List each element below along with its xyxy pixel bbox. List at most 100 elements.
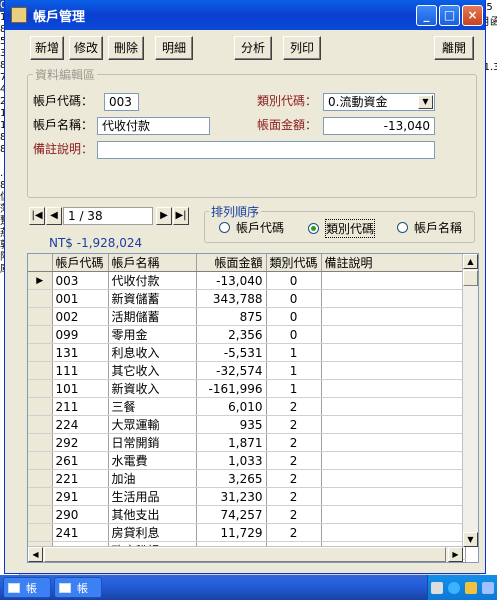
cell-name[interactable]: 三餐 <box>108 397 197 416</box>
account-code-field[interactable]: 003 <box>104 93 139 111</box>
cell-name[interactable]: 生活用品 <box>108 487 197 506</box>
volume-icon[interactable] <box>482 581 495 594</box>
row-selector[interactable] <box>28 361 53 380</box>
network-icon[interactable] <box>465 581 478 594</box>
cell-code[interactable]: 003 <box>52 271 109 290</box>
row-selector[interactable] <box>28 325 53 344</box>
current-row-pointer-icon[interactable]: ▶ <box>28 271 53 290</box>
table-row[interactable]: 291 生活用品 31,230 2 <box>28 487 466 506</box>
row-selector[interactable] <box>28 343 53 362</box>
sort-by-account-name[interactable]: 帳戶名稱 <box>397 219 462 236</box>
cell-note[interactable] <box>321 523 466 542</box>
cell-code[interactable]: 099 <box>52 325 109 344</box>
col-header-name[interactable]: 帳戶名稱 <box>108 254 197 272</box>
cell-note[interactable] <box>321 343 466 362</box>
scroll-left-icon[interactable]: ◀ <box>28 547 43 562</box>
cell-note[interactable] <box>321 469 466 488</box>
cell-note[interactable] <box>321 325 466 344</box>
book-amount-field[interactable]: -13,040 <box>323 117 435 135</box>
keyboard-icon[interactable] <box>430 581 443 594</box>
cell-code[interactable]: 211 <box>52 397 109 416</box>
taskbar-item[interactable]: 帳 <box>54 577 102 598</box>
cell-code[interactable]: 241 <box>52 523 109 542</box>
cell-name[interactable]: 日常開銷 <box>108 433 197 452</box>
account-name-field[interactable]: 代收付款 <box>97 117 210 135</box>
horizontal-scrollbar[interactable]: ◀ ▶ <box>28 546 463 562</box>
row-selector[interactable] <box>28 505 53 524</box>
row-selector[interactable] <box>28 487 53 506</box>
cell-category[interactable]: 1 <box>266 361 322 380</box>
cell-note[interactable] <box>321 415 466 434</box>
row-selector[interactable] <box>28 469 53 488</box>
table-row[interactable]: 211 三餐 6,010 2 <box>28 397 466 416</box>
scroll-thumb[interactable] <box>463 270 478 286</box>
cell-amount[interactable]: 6,010 <box>196 397 267 416</box>
col-header-category[interactable]: 類別代碼 <box>266 254 322 272</box>
cell-note[interactable] <box>321 379 466 398</box>
cell-note[interactable] <box>321 289 466 308</box>
cell-note[interactable] <box>321 505 466 524</box>
cell-code[interactable]: 101 <box>52 379 109 398</box>
row-selector[interactable] <box>28 379 53 398</box>
cell-category[interactable]: 2 <box>266 487 322 506</box>
minimize-button[interactable]: _ <box>416 4 437 26</box>
table-row[interactable]: 101 新資收入 -161,996 1 <box>28 379 466 398</box>
cell-note[interactable] <box>321 451 466 470</box>
cell-amount[interactable]: 74,257 <box>196 505 267 524</box>
table-row[interactable]: 224 大眾運輸 935 2 <box>28 415 466 434</box>
cell-amount[interactable]: 875 <box>196 307 267 326</box>
next-record-icon[interactable]: ▶ <box>156 207 172 225</box>
cell-category[interactable]: 2 <box>266 433 322 452</box>
scroll-right-icon[interactable]: ▶ <box>448 547 463 562</box>
delete-button[interactable]: 刪除 <box>108 36 144 60</box>
table-row[interactable]: 002 活期儲蓄 875 0 <box>28 307 466 326</box>
cell-name[interactable]: 其它收入 <box>108 361 197 380</box>
cell-code[interactable]: 221 <box>52 469 109 488</box>
cell-note[interactable] <box>321 397 466 416</box>
cell-name[interactable]: 代收付款 <box>108 271 197 290</box>
cell-note[interactable] <box>321 361 466 380</box>
cell-name[interactable]: 利息收入 <box>108 343 197 362</box>
cell-amount[interactable]: 3,265 <box>196 469 267 488</box>
table-row[interactable]: 221 加油 3,265 2 <box>28 469 466 488</box>
cell-amount[interactable]: -161,996 <box>196 379 267 398</box>
cell-name[interactable]: 零用金 <box>108 325 197 344</box>
cell-category[interactable]: 1 <box>266 379 322 398</box>
cell-amount[interactable]: -13,040 <box>196 271 267 290</box>
category-code-select[interactable]: 0.流動資金 ▼ <box>323 93 435 111</box>
cell-name[interactable]: 房貸利息 <box>108 523 197 542</box>
cell-amount[interactable]: 11,729 <box>196 523 267 542</box>
cell-amount[interactable]: 2,356 <box>196 325 267 344</box>
table-row[interactable]: 099 零用金 2,356 0 <box>28 325 466 344</box>
analyze-button[interactable]: 分析 <box>234 36 272 60</box>
vertical-scrollbar[interactable]: ▲ ▼ <box>462 254 478 547</box>
detail-button[interactable]: 明細 <box>155 36 193 60</box>
row-selector[interactable] <box>28 307 53 326</box>
table-row[interactable]: ▶ 003 代收付款 -13,040 0 <box>28 271 466 290</box>
cell-code[interactable]: 292 <box>52 433 109 452</box>
chevron-down-icon[interactable]: ▼ <box>418 95 433 109</box>
edit-button[interactable]: 修改 <box>69 36 103 60</box>
cell-amount[interactable]: 935 <box>196 415 267 434</box>
cell-code[interactable]: 224 <box>52 415 109 434</box>
cell-amount[interactable]: 343,788 <box>196 289 267 308</box>
col-header-amount[interactable]: 帳面金額 <box>196 254 267 272</box>
sort-by-category-code[interactable]: 類別代碼 <box>308 219 376 238</box>
back-arrow-icon[interactable] <box>447 581 460 594</box>
prev-record-icon[interactable]: ◀ <box>46 207 62 225</box>
cell-code[interactable]: 001 <box>52 289 109 308</box>
table-row[interactable]: 131 利息收入 -5,531 1 <box>28 343 466 362</box>
cell-amount[interactable]: 31,230 <box>196 487 267 506</box>
row-selector[interactable] <box>28 415 53 434</box>
first-record-icon[interactable]: |◀ <box>29 207 45 225</box>
cell-name[interactable]: 大眾運輸 <box>108 415 197 434</box>
cell-category[interactable]: 2 <box>266 397 322 416</box>
cell-note[interactable] <box>321 487 466 506</box>
cell-category[interactable]: 2 <box>266 505 322 524</box>
cell-category[interactable]: 1 <box>266 343 322 362</box>
cell-amount[interactable]: 1,033 <box>196 451 267 470</box>
col-header-note[interactable]: 備註說明 <box>321 254 466 272</box>
sort-by-account-code[interactable]: 帳戶代碼 <box>219 219 284 236</box>
scroll-thumb-horizontal[interactable] <box>44 547 446 562</box>
cell-category[interactable]: 2 <box>266 523 322 542</box>
